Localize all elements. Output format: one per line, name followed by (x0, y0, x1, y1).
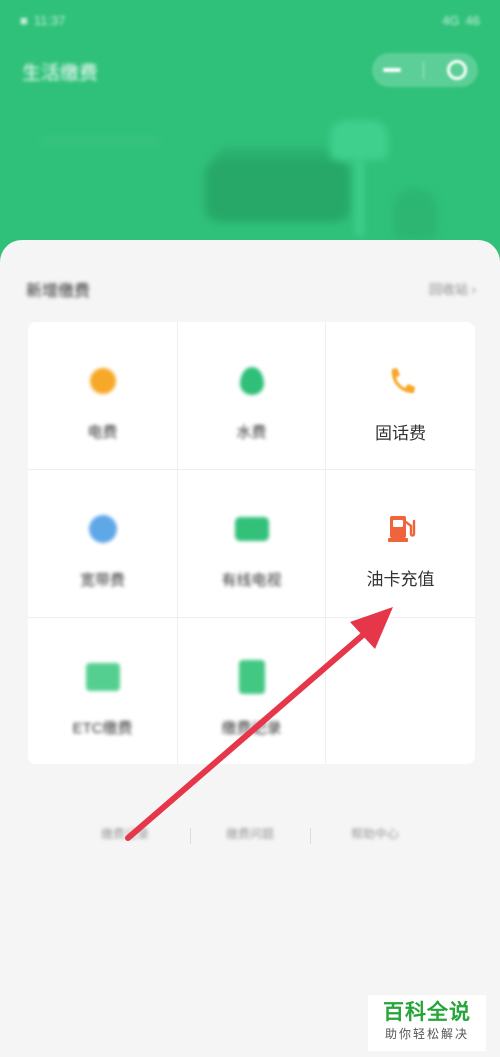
service-landline[interactable]: 固话费 (326, 322, 475, 470)
mini-program-capsule[interactable] (372, 53, 478, 87)
status-time: 11:37 (33, 12, 66, 28)
more-icon[interactable] (383, 68, 402, 72)
recycle-bin-link[interactable]: 回收站 › (429, 279, 476, 298)
tv-icon (234, 512, 269, 546)
gas-station-icon (384, 512, 418, 546)
lightning-icon (86, 364, 120, 398)
decorative-line (40, 140, 160, 142)
service-water[interactable]: 水费 (178, 322, 326, 470)
lamp-illustration (330, 120, 388, 160)
sofa-illustration (205, 160, 350, 222)
service-fuel-card[interactable]: 油卡充值 (326, 470, 475, 618)
app-status-icon: ■ (20, 12, 28, 28)
network-indicator: 4G (442, 12, 460, 28)
bottom-link-help[interactable]: 帮助中心 (320, 825, 430, 842)
watermark-logo: 百科全说 助你轻松解决 (368, 995, 486, 1051)
service-electricity[interactable]: 电费 (28, 322, 178, 470)
link-divider (190, 828, 191, 844)
page-title: 生活缴费 (22, 63, 99, 84)
bottom-link-questions[interactable]: 缴费问题 (195, 825, 305, 842)
status-bar: ■ 11:37 4G 46 (20, 8, 480, 32)
etc-card-icon (85, 660, 120, 694)
link-divider (310, 828, 311, 844)
battery-indicator: 46 (465, 12, 480, 28)
empty-cell (326, 618, 475, 764)
globe-icon (86, 512, 120, 546)
service-broadband[interactable]: 宽带费 (28, 470, 178, 618)
bill-icon (235, 660, 269, 694)
service-cable-tv[interactable]: 有线电视 (178, 470, 326, 618)
service-bill-records[interactable]: 缴费记录 (178, 618, 326, 764)
section-title: 新增缴费 (26, 283, 91, 300)
service-etc[interactable]: ETC缴费 (28, 618, 178, 764)
bottom-link-records[interactable]: 缴费记录 (70, 825, 180, 842)
close-icon[interactable] (446, 60, 467, 80)
bottom-links: 缴费记录 缴费问题 帮助中心 (70, 825, 430, 842)
water-drop-icon (235, 364, 269, 398)
phone-icon (384, 364, 418, 398)
lamp-pole-illustration (356, 158, 363, 236)
service-grid: 电费 水费 固话费 宽带费 有线电视 油卡充值 ETC缴费 缴费记录 (28, 322, 475, 764)
plant-illustration (393, 188, 437, 240)
